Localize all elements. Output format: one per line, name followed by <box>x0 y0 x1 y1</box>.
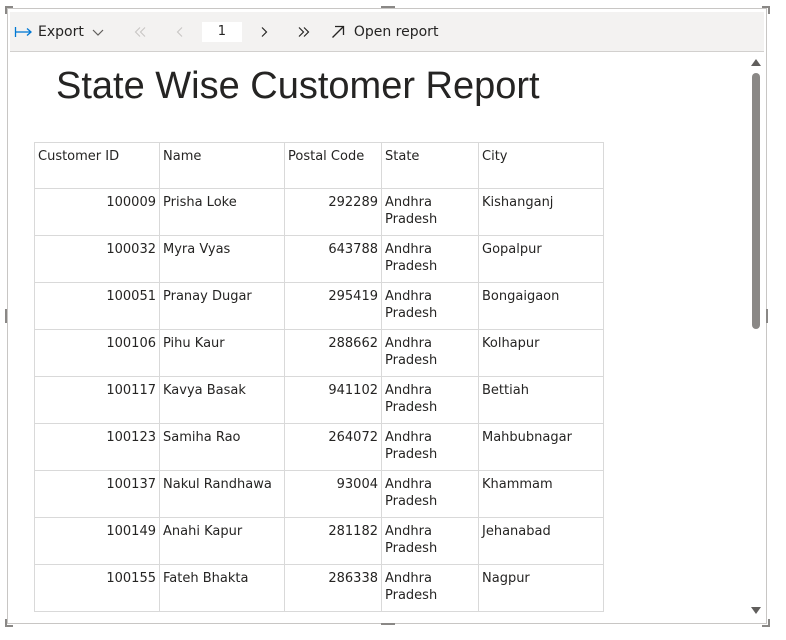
last-page-button[interactable] <box>284 12 324 51</box>
table-row: 100106 Pihu Kaur 288662 Andhra Pradesh K… <box>34 329 604 377</box>
resize-corner-bottom-left[interactable] <box>5 619 13 627</box>
previous-page-button[interactable] <box>160 12 200 51</box>
export-label: Export <box>38 23 84 40</box>
cell-name: Myra Vyas <box>159 235 285 283</box>
cell-customer-id: 100106 <box>34 329 160 377</box>
cell-customer-id: 100051 <box>34 282 160 330</box>
vertical-scrollbar[interactable] <box>748 53 764 620</box>
first-page-icon <box>134 26 146 37</box>
table-row: 100137 Nakul Randhawa 93004 Andhra Prade… <box>34 470 604 518</box>
open-external-icon <box>331 25 344 38</box>
table-row: 100051 Pranay Dugar 295419 Andhra Prades… <box>34 282 604 330</box>
cell-state: Andhra Pradesh <box>381 564 479 612</box>
cell-name: Kavya Basak <box>159 376 285 424</box>
cell-name: Nakul Randhawa <box>159 470 285 518</box>
cell-city: Nagpur <box>478 564 604 612</box>
column-header-customer-id[interactable]: Customer ID <box>34 142 160 189</box>
cell-postal-code: 286338 <box>284 564 382 612</box>
cell-name: Fateh Bhakta <box>159 564 285 612</box>
table-row: 100155 Fateh Bhakta 286338 Andhra Prades… <box>34 564 604 612</box>
cell-city: Kishanganj <box>478 188 604 236</box>
cell-state: Andhra Pradesh <box>381 235 479 283</box>
first-page-button[interactable] <box>120 12 160 51</box>
cell-postal-code: 941102 <box>284 376 382 424</box>
cell-state: Andhra Pradesh <box>381 470 479 518</box>
cell-customer-id: 100123 <box>34 423 160 471</box>
cell-customer-id: 100032 <box>34 235 160 283</box>
cell-state: Andhra Pradesh <box>381 376 479 424</box>
cell-city: Bettiah <box>478 376 604 424</box>
customer-table: Customer ID Name Postal Code State City … <box>34 142 604 612</box>
cell-name: Pranay Dugar <box>159 282 285 330</box>
open-report-button[interactable]: Open report <box>330 12 439 51</box>
resize-corner-bottom-right[interactable] <box>762 619 770 627</box>
cell-customer-id: 100149 <box>34 517 160 565</box>
scroll-up-arrow-icon[interactable] <box>751 59 761 66</box>
resize-handle-right[interactable] <box>766 309 768 323</box>
table-row: 100149 Anahi Kapur 281182 Andhra Pradesh… <box>34 517 604 565</box>
export-arrow-icon <box>14 26 32 37</box>
column-header-postal-code[interactable]: Postal Code <box>284 142 382 189</box>
open-report-label: Open report <box>353 23 439 40</box>
chevron-down-icon <box>92 29 104 36</box>
report-toolbar: Export Open report <box>10 12 764 52</box>
cell-city: Khammam <box>478 470 604 518</box>
cell-postal-code: 281182 <box>284 517 382 565</box>
cell-name: Pihu Kaur <box>159 329 285 377</box>
cell-state: Andhra Pradesh <box>381 282 479 330</box>
cell-customer-id: 100155 <box>34 564 160 612</box>
table-header-row: Customer ID Name Postal Code State City <box>34 142 604 189</box>
cell-city: Gopalpur <box>478 235 604 283</box>
cell-postal-code: 288662 <box>284 329 382 377</box>
cell-state: Andhra Pradesh <box>381 423 479 471</box>
cell-city: Bongaigaon <box>478 282 604 330</box>
cell-state: Andhra Pradesh <box>381 188 479 236</box>
cell-customer-id: 100009 <box>34 188 160 236</box>
table-row: 100117 Kavya Basak 941102 Andhra Pradesh… <box>34 376 604 424</box>
last-page-icon <box>298 26 310 37</box>
column-header-state[interactable]: State <box>381 142 479 189</box>
report-viewport[interactable]: State Wise Customer Report Customer ID N… <box>10 53 748 620</box>
cell-customer-id: 100117 <box>34 376 160 424</box>
cell-postal-code: 93004 <box>284 470 382 518</box>
cell-name: Prisha Loke <box>159 188 285 236</box>
cell-state: Andhra Pradesh <box>381 329 479 377</box>
cell-name: Anahi Kapur <box>159 517 285 565</box>
table-row: 100032 Myra Vyas 643788 Andhra Pradesh G… <box>34 235 604 283</box>
report-title: State Wise Customer Report <box>56 65 540 107</box>
cell-postal-code: 295419 <box>284 282 382 330</box>
table-row: 100123 Samiha Rao 264072 Andhra Pradesh … <box>34 423 604 471</box>
export-button[interactable]: Export <box>10 12 106 51</box>
column-header-city[interactable]: City <box>478 142 604 189</box>
cell-state: Andhra Pradesh <box>381 517 479 565</box>
next-page-button[interactable] <box>244 12 284 51</box>
page-number-input[interactable] <box>201 21 242 42</box>
cell-postal-code: 264072 <box>284 423 382 471</box>
table-row: 100009 Prisha Loke 292289 Andhra Pradesh… <box>34 188 604 236</box>
scroll-down-arrow-icon[interactable] <box>751 607 761 614</box>
cell-postal-code: 292289 <box>284 188 382 236</box>
cell-city: Mahbubnagar <box>478 423 604 471</box>
column-header-name[interactable]: Name <box>159 142 285 189</box>
cell-customer-id: 100137 <box>34 470 160 518</box>
cell-city: Jehanabad <box>478 517 604 565</box>
cell-postal-code: 643788 <box>284 235 382 283</box>
next-page-icon <box>261 26 268 37</box>
cell-name: Samiha Rao <box>159 423 285 471</box>
resize-handle-top[interactable] <box>381 6 395 8</box>
scrollbar-thumb[interactable] <box>752 73 760 329</box>
resize-handle-left[interactable] <box>5 309 7 323</box>
previous-page-icon <box>176 26 183 37</box>
resize-handle-bottom[interactable] <box>381 623 395 625</box>
cell-city: Kolhapur <box>478 329 604 377</box>
